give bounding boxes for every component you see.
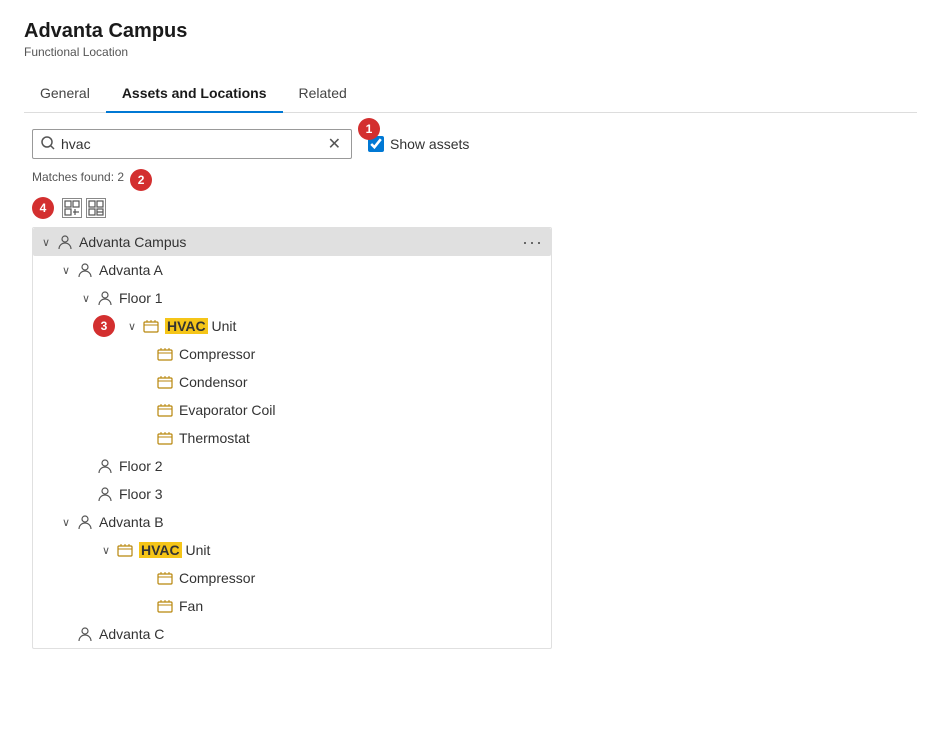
asset-icon-condensor <box>155 372 175 392</box>
label-floor-1: Floor 1 <box>119 290 547 306</box>
tree-row-advanta-c[interactable]: Advanta C <box>33 620 551 648</box>
search-box: ✕ <box>32 129 352 159</box>
tree-row-thermostat[interactable]: Thermostat <box>33 424 551 452</box>
tabs-bar: General Assets and Locations Related <box>24 75 917 113</box>
location-icon-floor-1 <box>95 288 115 308</box>
tree: ∨ Advanta Campus ··· ∨ <box>32 227 552 649</box>
more-button-advanta-campus[interactable]: ··· <box>518 232 547 253</box>
asset-icon-hvac-unit-2 <box>115 540 135 560</box>
asset-icon-fan <box>155 596 175 616</box>
label-advanta-b: Advanta B <box>99 514 547 530</box>
collapse-all-button[interactable] <box>86 198 106 218</box>
location-icon-advanta-campus <box>55 232 75 252</box>
callout-badge-3: 3 <box>93 315 115 337</box>
label-thermostat: Thermostat <box>179 430 547 446</box>
asset-icon-thermostat <box>155 428 175 448</box>
search-input[interactable] <box>61 136 326 152</box>
label-floor-3: Floor 3 <box>119 486 547 502</box>
content-area: ✕ 1 Show assets Matches found: 2 2 4 <box>24 113 917 665</box>
location-icon-advanta-a <box>75 260 95 280</box>
search-icon <box>41 136 55 153</box>
tree-row-fan[interactable]: Fan <box>33 592 551 620</box>
label-compressor-1: Compressor <box>179 346 547 362</box>
tree-row-hvac-unit-1[interactable]: 3 ∨ HVAC Unit <box>33 312 551 340</box>
callout-badge-4: 4 <box>32 197 54 219</box>
tab-general[interactable]: General <box>24 75 106 113</box>
asset-icon-hvac-unit-1 <box>141 316 161 336</box>
tree-row-compressor-1[interactable]: Compressor <box>33 340 551 368</box>
label-compressor-2: Compressor <box>179 570 547 586</box>
asset-icon-compressor-1 <box>155 344 175 364</box>
chevron-advanta-a: ∨ <box>57 261 75 279</box>
callout-badge-2: 2 <box>130 169 152 191</box>
clear-search-button[interactable]: ✕ <box>326 134 343 154</box>
label-hvac-unit-1: HVAC Unit <box>165 318 547 334</box>
location-icon-advanta-b <box>75 512 95 532</box>
tree-row-hvac-unit-2[interactable]: ∨ HVAC Unit <box>33 536 551 564</box>
label-condensor: Condensor <box>179 374 547 390</box>
tree-row-advanta-a[interactable]: ∨ Advanta A <box>33 256 551 284</box>
chevron-hvac-unit-1: ∨ <box>123 317 141 335</box>
page-title: Advanta Campus <box>24 20 917 43</box>
tree-row-advanta-campus[interactable]: ∨ Advanta Campus ··· <box>33 228 551 256</box>
tree-row-floor-3[interactable]: Floor 3 <box>33 480 551 508</box>
label-fan: Fan <box>179 598 547 614</box>
show-assets-text: Show assets <box>390 136 469 152</box>
tab-assets-locations[interactable]: Assets and Locations <box>106 75 283 113</box>
tree-row-advanta-b[interactable]: ∨ Advanta B <box>33 508 551 536</box>
expand-all-button[interactable] <box>62 198 82 218</box>
chevron-advanta-b: ∨ <box>57 513 75 531</box>
page-subtitle: Functional Location <box>24 45 917 59</box>
tree-row-condensor[interactable]: Condensor <box>33 368 551 396</box>
label-advanta-a: Advanta A <box>99 262 547 278</box>
location-icon-floor-3 <box>95 484 115 504</box>
asset-icon-evaporator-coil <box>155 400 175 420</box>
label-hvac-unit-2: HVAC Unit <box>139 542 547 558</box>
callout-badge-1: 1 <box>358 118 380 140</box>
location-icon-advanta-c <box>75 624 95 644</box>
tree-row-compressor-2[interactable]: Compressor <box>33 564 551 592</box>
tree-row-evaporator-coil[interactable]: Evaporator Coil <box>33 396 551 424</box>
show-assets-label[interactable]: Show assets <box>368 136 469 152</box>
asset-icon-compressor-2 <box>155 568 175 588</box>
location-icon-floor-2 <box>95 456 115 476</box>
tab-related[interactable]: Related <box>283 75 363 113</box>
label-advanta-campus: Advanta Campus <box>79 234 514 250</box>
label-evaporator-coil: Evaporator Coil <box>179 402 547 418</box>
chevron-advanta-campus: ∨ <box>37 233 55 251</box>
label-floor-2: Floor 2 <box>119 458 547 474</box>
matches-text: Matches found: 2 <box>32 170 124 184</box>
tree-row-floor-2[interactable]: Floor 2 <box>33 452 551 480</box>
chevron-hvac-unit-2: ∨ <box>97 541 115 559</box>
chevron-floor-1: ∨ <box>77 289 95 307</box>
tree-row-floor-1[interactable]: ∨ Floor 1 <box>33 284 551 312</box>
label-advanta-c: Advanta C <box>99 626 547 642</box>
